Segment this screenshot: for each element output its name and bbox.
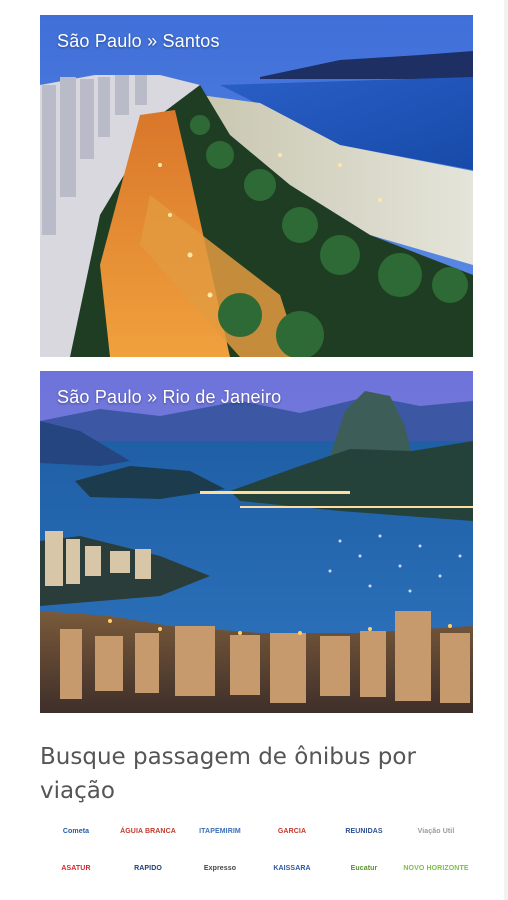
company-logo[interactable]: Cometa [40,813,112,850]
rio-photo [40,371,473,713]
company-logo[interactable]: GARCIA [256,813,328,850]
company-logo-label: NOVO HORIZONTE [403,865,469,872]
route-card-santos[interactable]: São Paulo » Santos [40,15,473,357]
company-logo-label: ASATUR [61,865,91,872]
company-logo-label: ÁGUIA BRANCA [120,828,176,835]
company-logo-label: RAPIDO [134,865,162,872]
company-logo[interactable]: NOVO HORIZONTE [400,850,472,887]
page: São Paulo » Santos São Paulo » Rio de Ja… [0,0,508,900]
company-logo[interactable]: Viação Util [400,813,472,850]
route-card-rio[interactable]: São Paulo » Rio de Janeiro [40,371,473,713]
section-title: Busque passagem de ônibus por viação [40,744,416,804]
company-logo[interactable]: Expresso [184,850,256,887]
company-logo-label: Viação Util [417,828,455,835]
route-title: São Paulo » Santos [57,31,220,51]
company-logo[interactable]: RAPIDO [112,850,184,887]
company-logo-label: Cometa [62,828,90,835]
company-logo-label: Eucatur [350,865,378,872]
company-logo-label: Expresso [203,865,237,872]
company-logo[interactable]: Eucatur [328,850,400,887]
santos-photo [40,15,473,357]
scrollbar[interactable] [504,0,508,900]
company-logos-grid: Cometa ÁGUIA BRANCA ITAPEMIRIM GARCIA REUNID… [40,813,473,900]
company-logo[interactable]: KAISSARA [256,850,328,887]
company-logo[interactable]: ÁGUIA BRANCA [112,813,184,850]
company-logo[interactable]: REUNIDAS [328,813,400,850]
company-logo[interactable]: ITAPEMIRIM [184,813,256,850]
company-logo-label: REUNIDAS [345,828,383,835]
route-title: São Paulo » Rio de Janeiro [57,387,282,407]
company-logo-label: KAISSARA [273,865,311,872]
company-logo[interactable]: ASATUR [40,850,112,887]
company-logo-label: ITAPEMIRIM [199,828,241,835]
company-logo-label: GARCIA [277,828,307,835]
